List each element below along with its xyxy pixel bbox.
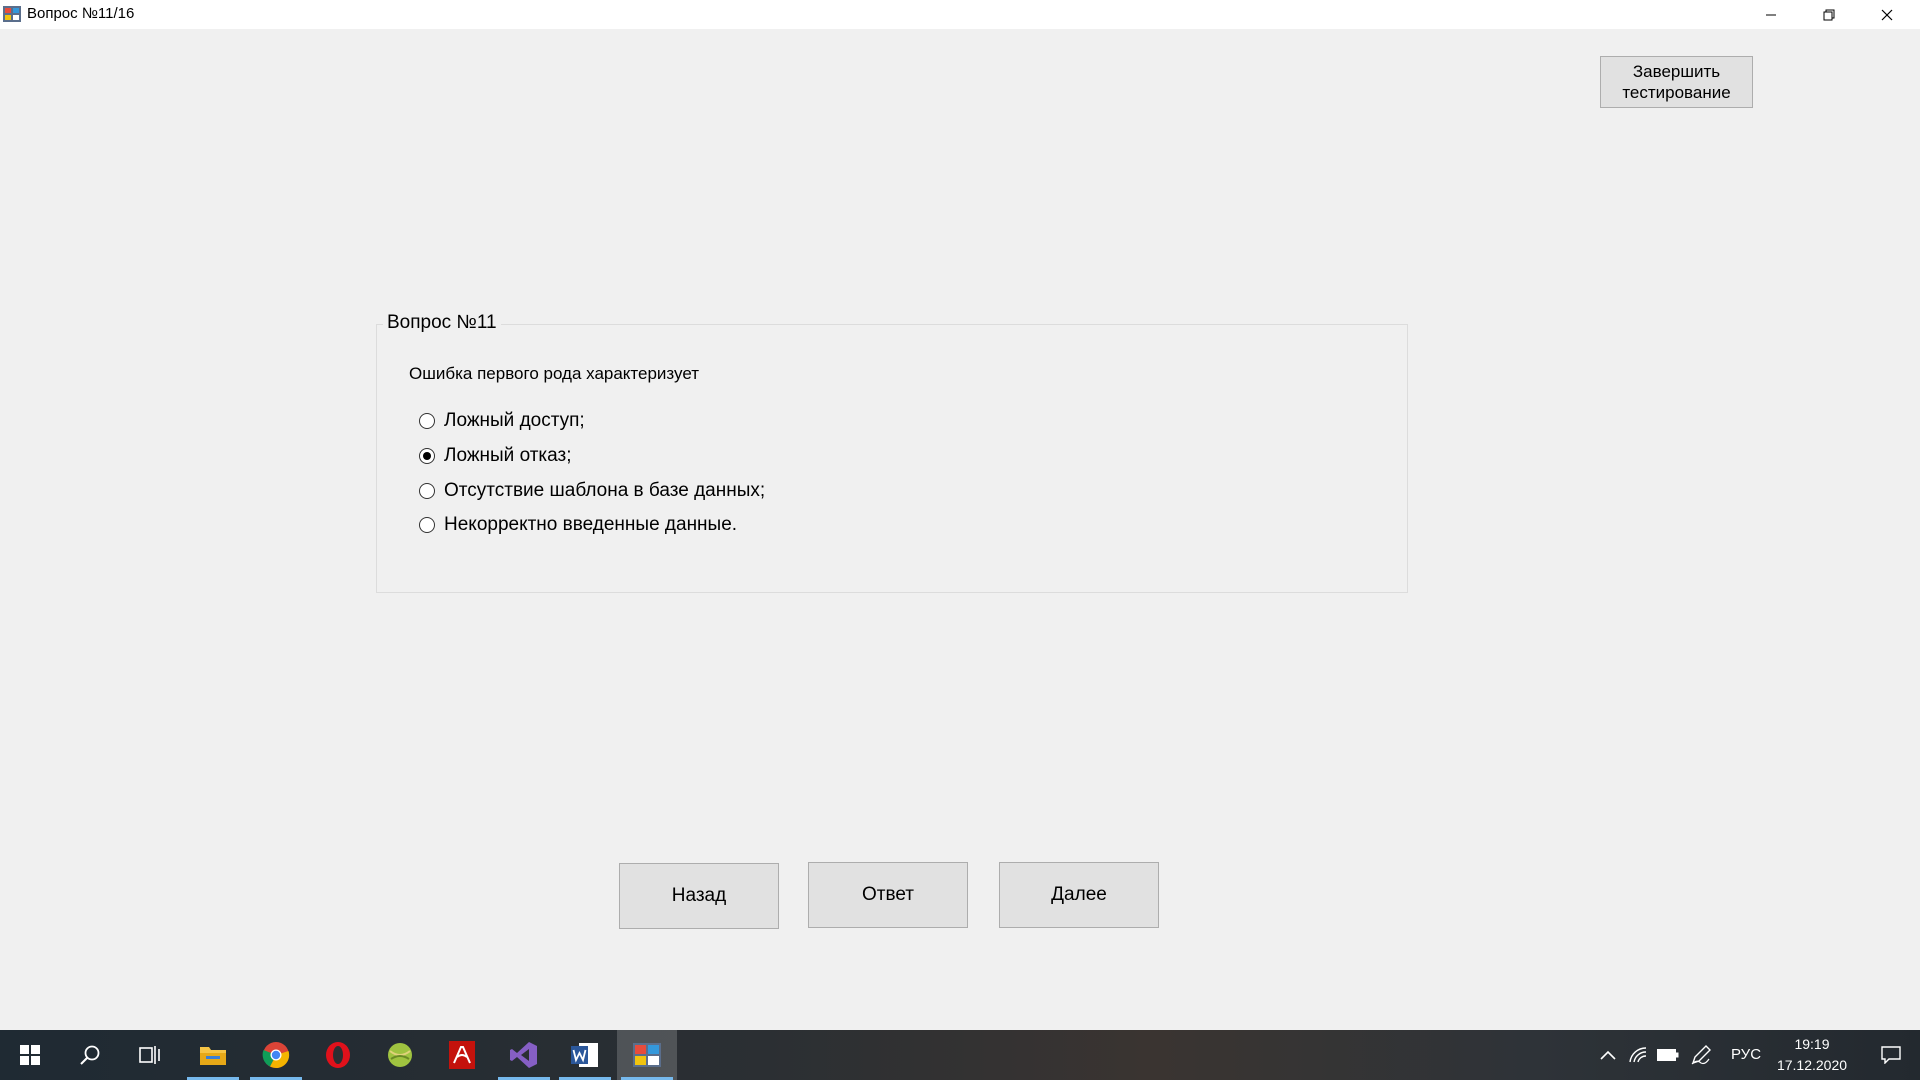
battery-icon bbox=[1657, 1049, 1679, 1061]
answer-option-label: Некорректно введенные данные. bbox=[444, 514, 738, 535]
chevron-up-icon bbox=[1600, 1050, 1616, 1060]
minimize-button[interactable] bbox=[1742, 0, 1800, 29]
next-button[interactable]: Далее bbox=[999, 862, 1159, 928]
taskbar-visual-studio[interactable] bbox=[494, 1030, 554, 1080]
taskbar-acrobat[interactable] bbox=[432, 1030, 492, 1080]
window-title: Вопрос №11/16 bbox=[27, 5, 135, 22]
answer-option-4[interactable]: Некорректно введенные данные. bbox=[419, 514, 737, 536]
search-button[interactable] bbox=[60, 1030, 120, 1080]
taskbar-file-explorer[interactable] bbox=[183, 1030, 243, 1080]
clock[interactable]: 19:19 17.12.2020 bbox=[1765, 1034, 1859, 1076]
start-button[interactable] bbox=[0, 1030, 60, 1080]
answer-option-label: Ложный отказ; bbox=[444, 445, 572, 466]
close-icon bbox=[1881, 9, 1893, 20]
back-button[interactable]: Назад bbox=[619, 863, 779, 929]
clock-time: 19:19 bbox=[1794, 1036, 1830, 1052]
taskbar-chrome[interactable] bbox=[246, 1030, 306, 1080]
finish-test-label-line1: Завершить bbox=[1632, 62, 1721, 81]
acrobat-icon bbox=[449, 1041, 475, 1069]
network-button[interactable] bbox=[1624, 1030, 1652, 1080]
answer-option-3[interactable]: Отсутствие шаблона в базе данных; bbox=[419, 480, 765, 502]
task-view-icon bbox=[139, 1046, 160, 1064]
answer-button[interactable]: Ответ bbox=[808, 862, 968, 928]
task-view-button[interactable] bbox=[120, 1030, 180, 1080]
restore-button[interactable] bbox=[1800, 0, 1858, 29]
radio-button[interactable] bbox=[419, 483, 435, 499]
search-icon bbox=[80, 1045, 100, 1065]
taskbar-word[interactable] bbox=[555, 1030, 615, 1080]
radio-button-selected[interactable] bbox=[419, 448, 435, 464]
file-explorer-icon bbox=[200, 1047, 226, 1065]
taskbar: РУС 19:19 17.12.2020 bbox=[0, 1030, 1920, 1080]
finish-test-label-line2: тестирование bbox=[1622, 83, 1731, 102]
question-number-legend: Вопрос №11 bbox=[383, 312, 501, 334]
notification-icon bbox=[1881, 1046, 1901, 1064]
action-center-button[interactable] bbox=[1866, 1030, 1916, 1080]
taskbar-sports-app[interactable] bbox=[370, 1030, 430, 1080]
radio-button[interactable] bbox=[419, 517, 435, 533]
clock-date: 17.12.2020 bbox=[1776, 1057, 1848, 1073]
battery-button[interactable] bbox=[1653, 1030, 1683, 1080]
answer-option-2[interactable]: Ложный отказ; bbox=[419, 445, 572, 467]
close-button[interactable] bbox=[1858, 0, 1916, 29]
show-hidden-icons-button[interactable] bbox=[1592, 1030, 1624, 1080]
form-body: Завершить тестирование Вопрос №11 Ошибка… bbox=[0, 29, 1920, 1030]
start-icon bbox=[20, 1045, 40, 1065]
chrome-icon bbox=[262, 1042, 290, 1069]
pen-icon bbox=[1691, 1045, 1711, 1065]
question-groupbox: Вопрос №11 Ошибка первого рода характери… bbox=[376, 312, 1408, 593]
minimize-icon bbox=[1766, 14, 1776, 15]
pen-workspace-button[interactable] bbox=[1686, 1030, 1716, 1080]
language-indicator[interactable]: РУС bbox=[1731, 1046, 1761, 1063]
app-icon bbox=[3, 6, 21, 22]
sports-app-icon bbox=[388, 1043, 412, 1067]
answer-option-label: Ложный доступ; bbox=[444, 410, 585, 431]
finish-test-button[interactable]: Завершить тестирование bbox=[1600, 56, 1753, 108]
wifi-icon bbox=[1629, 1047, 1647, 1063]
answer-option-1[interactable]: Ложный доступ; bbox=[419, 410, 585, 432]
answer-option-label: Отсутствие шаблона в базе данных; bbox=[444, 480, 766, 501]
restore-icon bbox=[1823, 9, 1835, 20]
test-app-icon bbox=[633, 1043, 661, 1067]
question-text: Ошибка первого рода характеризует bbox=[409, 364, 700, 383]
taskbar-opera[interactable] bbox=[308, 1030, 368, 1080]
taskbar-test-app[interactable] bbox=[617, 1030, 677, 1080]
word-icon bbox=[571, 1043, 598, 1067]
visual-studio-icon bbox=[510, 1042, 537, 1068]
title-bar: Вопрос №11/16 bbox=[0, 0, 1920, 29]
opera-icon bbox=[326, 1042, 350, 1068]
radio-button[interactable] bbox=[419, 413, 435, 429]
